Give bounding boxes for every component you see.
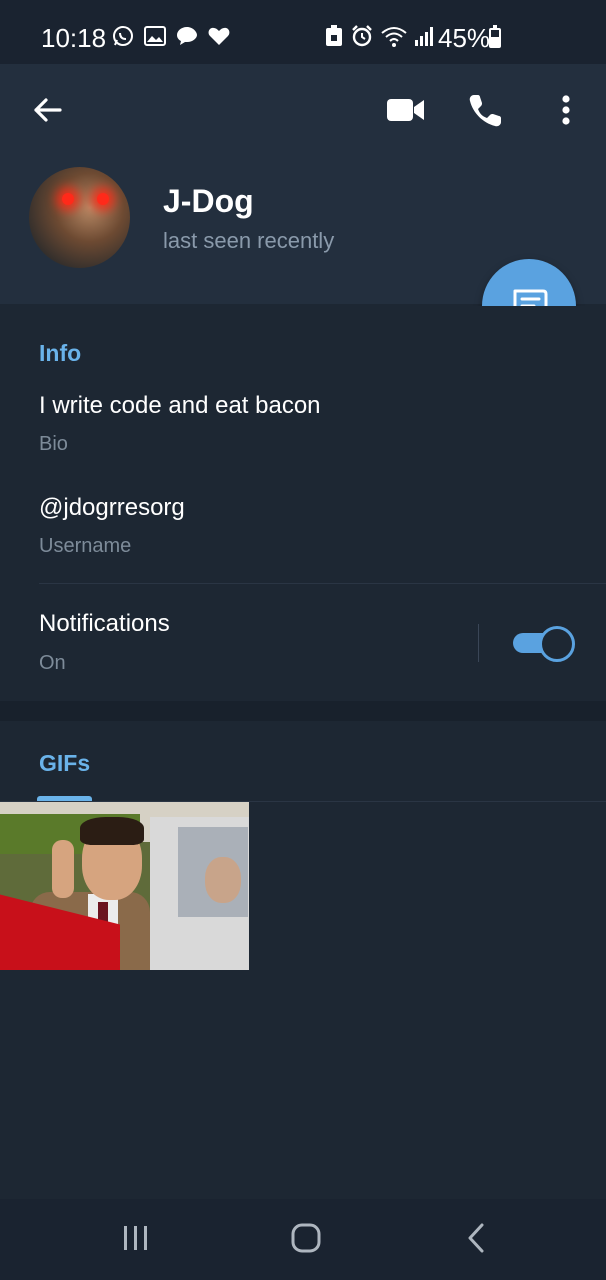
whatsapp-icon [113,26,133,46]
back-arrow-icon[interactable] [30,92,66,128]
info-section-title: Info [39,340,82,366]
battery-icon [489,25,501,48]
profile-name: J-Dog [163,183,254,219]
status-bar: 10:18 45% [0,0,606,64]
gallery-icon [144,26,166,46]
bio-label: Bio [39,433,68,455]
notifications-separator [478,624,479,662]
notifications-state: On [39,652,66,674]
avatar[interactable] [29,167,130,268]
username-value[interactable]: @jdogrresorg [39,494,185,522]
profile-last-seen: last seen recently [163,228,335,253]
username-label: Username [39,535,132,557]
tab-gifs[interactable]: GIFs [39,750,90,777]
heart-icon [208,27,230,45]
notifications-label[interactable]: Notifications [39,610,170,638]
video-call-icon[interactable] [386,94,426,126]
home-icon[interactable] [290,1222,322,1254]
status-icons-right [324,24,436,48]
battery-percentage: 45% [438,23,491,53]
status-icons-left [111,24,231,48]
back-icon[interactable] [464,1222,488,1254]
section-gap [0,701,606,721]
toggle-thumb [539,626,575,662]
avatar-eye-left [62,193,74,205]
gif-thumbnail[interactable] [0,802,249,970]
phone-icon[interactable] [466,92,504,130]
recents-icon[interactable] [120,1224,152,1252]
notifications-toggle[interactable] [513,626,575,662]
status-time: 10:18 [41,23,107,53]
signal-icon [415,27,433,46]
lock-battery-icon [326,25,342,46]
wifi-icon [381,27,407,47]
more-vertical-icon[interactable] [554,92,578,130]
divider [39,583,606,584]
bio-value[interactable]: I write code and eat bacon [39,392,321,420]
alarm-icon [352,25,372,47]
avatar-eye-right [97,193,109,205]
chat-bubble-icon [177,27,197,45]
